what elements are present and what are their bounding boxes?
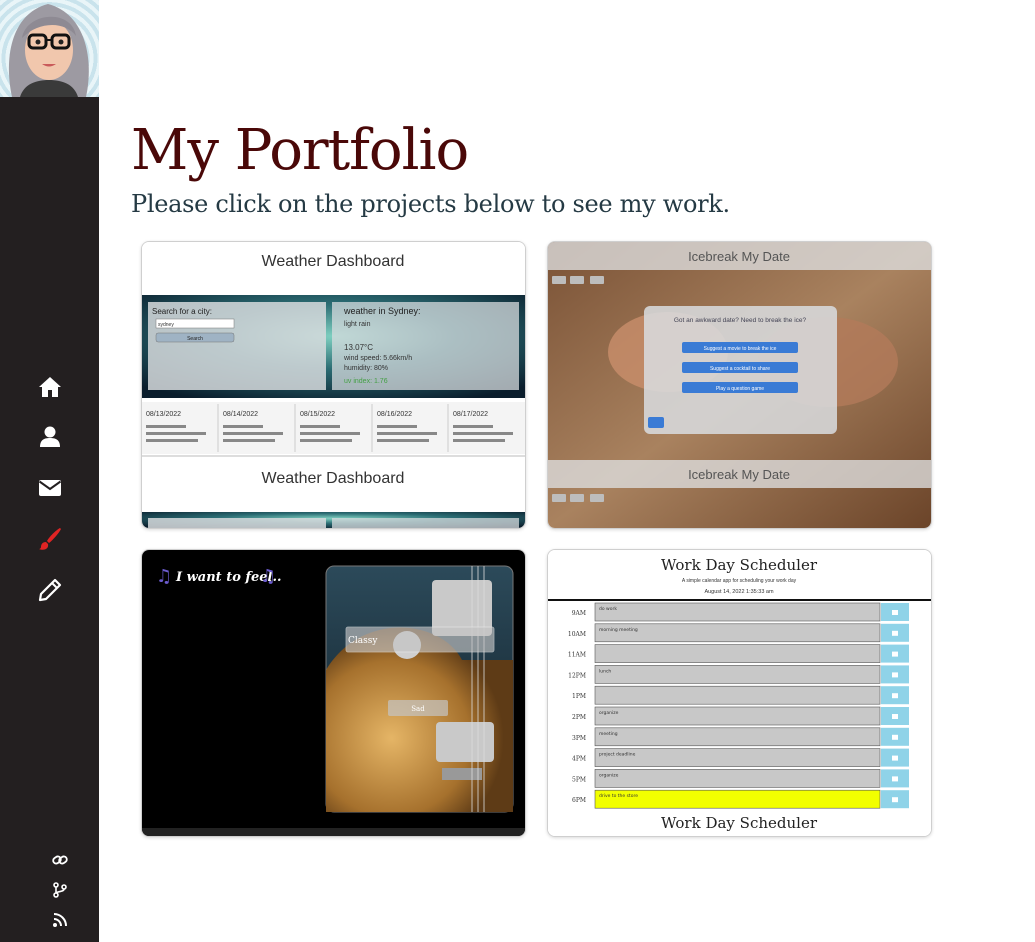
scheduler-hour-label: 11AM: [568, 652, 586, 659]
mood-option-classy: Classy: [348, 636, 378, 646]
scheduler-hour-label: 1PM: [572, 693, 586, 700]
svg-text:Suggest a cocktail to share: Suggest a cocktail to share: [710, 366, 770, 372]
scheduler-hour-label: 2PM: [572, 714, 586, 721]
scheduler-entry-field[interactable]: [594, 602, 881, 622]
svg-text:08/14/2022: 08/14/2022: [223, 411, 258, 418]
scheduler-hour-label: 12PM: [568, 672, 586, 679]
lock-icon: [892, 734, 898, 740]
weather-dashboard-screenshot: Weather Dashboard Search for a city: syd…: [142, 242, 525, 528]
scheduler-entry-field[interactable]: [594, 644, 881, 663]
svg-text:wind speed: 5.66km/h: wind speed: 5.66km/h: [343, 355, 412, 362]
page-subtitle: Please click on the projects below to se…: [131, 190, 730, 218]
svg-text:light rain: light rain: [344, 321, 371, 328]
scheduler-entry-field[interactable]: [594, 748, 881, 767]
scheduler-entry-field[interactable]: [594, 769, 881, 788]
project-card-weather[interactable]: Weather Dashboard Search for a city: syd…: [141, 241, 526, 529]
lock-icon: [892, 693, 898, 699]
scheduler-hour-label: 6PM: [572, 797, 586, 804]
pencil-icon: [38, 578, 62, 602]
scheduler-entry-field[interactable]: [594, 665, 881, 684]
user-icon: [40, 426, 60, 447]
svg-text:sydney: sydney: [158, 322, 174, 328]
project-card-scheduler[interactable]: Work Day Scheduler A simple calendar app…: [547, 549, 932, 837]
scheduler-entry-field[interactable]: [594, 727, 881, 747]
blog-icon: [53, 913, 67, 927]
git-branch-icon: [53, 882, 67, 898]
scheduler-entry-text: drive to the store: [599, 793, 638, 799]
scheduler-hour-label: 10AM: [568, 631, 586, 638]
scheduler-entry-text: organize: [599, 772, 619, 778]
avatar: [0, 0, 99, 97]
lock-icon: [892, 630, 898, 636]
svg-text:08/16/2022: 08/16/2022: [377, 411, 412, 418]
svg-text:♫: ♫: [260, 566, 276, 587]
scheduler-screenshot: Work Day Scheduler A simple calendar app…: [548, 550, 931, 836]
svg-text:08/17/2022: 08/17/2022: [453, 411, 488, 418]
svg-text:♫: ♫: [156, 566, 172, 587]
scheduler-entry-text: meeting: [599, 731, 618, 737]
svg-text:Icebreak My Date: Icebreak My Date: [688, 249, 790, 264]
svg-text:Play a question game: Play a question game: [716, 386, 764, 392]
nav-resume[interactable]: [36, 576, 64, 604]
sidebar: [0, 0, 99, 942]
svg-text:Got an awkward date? Need to b: Got an awkward date? Need to break the i…: [674, 317, 807, 324]
project-card-icebreak[interactable]: Icebreak My Date Got an awkward date? Ne…: [547, 241, 932, 529]
nav-contact[interactable]: [36, 474, 64, 502]
scheduler-heading: Work Day Scheduler: [661, 556, 818, 574]
nav-portfolio[interactable]: [36, 525, 64, 553]
social-github[interactable]: [50, 880, 70, 900]
svg-text:A simple calendar app for sche: A simple calendar app for scheduling you…: [682, 578, 797, 584]
scheduler-entry-field[interactable]: [594, 685, 881, 705]
mood-music-screenshot: ♫ I want to feel.. ♫ Classy Sad: [142, 550, 525, 836]
svg-text:humidity: 80%: humidity: 80%: [344, 365, 388, 372]
weather-heading: Weather Dashboard: [262, 253, 405, 270]
svg-text:Search for a city:: Search for a city:: [152, 307, 212, 316]
nav-about[interactable]: [36, 423, 64, 451]
social-blog[interactable]: [50, 910, 70, 930]
svg-text:Work Day Scheduler: Work Day Scheduler: [661, 814, 818, 832]
lock-icon: [892, 610, 898, 615]
lock-icon: [892, 672, 898, 678]
lock-icon: [892, 797, 898, 803]
scheduler-entry-field[interactable]: [594, 706, 881, 726]
scheduler-hour-label: 5PM: [572, 776, 586, 783]
link-icon: [52, 855, 68, 865]
svg-text:13.07°C: 13.07°C: [344, 343, 373, 352]
paintbrush-icon: [39, 528, 61, 550]
lock-icon: [892, 755, 898, 761]
mood-option-sad: Sad: [411, 705, 425, 713]
scheduler-entry-text: morning meeting: [599, 627, 638, 633]
scheduler-entry-text: organize: [599, 710, 619, 716]
nav-home[interactable]: [36, 373, 64, 401]
social-link[interactable]: [50, 850, 70, 870]
svg-text:August 14, 2022 1:35:33 am: August 14, 2022 1:35:33 am: [704, 589, 774, 595]
svg-text:weather in Sydney:: weather in Sydney:: [343, 306, 421, 316]
scheduler-entry-text: do work: [599, 606, 617, 612]
svg-text:08/13/2022: 08/13/2022: [146, 411, 181, 418]
svg-text:Weather Dashboard: Weather Dashboard: [262, 470, 405, 487]
svg-text:08/15/2022: 08/15/2022: [300, 411, 335, 418]
lock-icon: [892, 714, 898, 719]
icebreak-screenshot: Icebreak My Date Got an awkward date? Ne…: [548, 242, 931, 528]
envelope-icon: [38, 480, 62, 496]
lock-icon: [892, 776, 898, 782]
svg-text:Search: Search: [187, 336, 203, 342]
lock-icon: [892, 651, 898, 657]
scheduler-hour-label: 3PM: [572, 735, 586, 742]
page-title: My Portfolio: [131, 118, 469, 183]
svg-text:Icebreak My Date: Icebreak My Date: [688, 467, 790, 482]
home-icon: [39, 377, 61, 397]
project-card-mood[interactable]: ♫ I want to feel.. ♫ Classy Sad: [141, 549, 526, 837]
scheduler-hour-label: 4PM: [572, 756, 586, 763]
svg-text:uv index: 1.76: uv index: 1.76: [344, 378, 388, 385]
scheduler-entry-text: project deadline: [599, 752, 636, 758]
scheduler-entry-text: lunch: [599, 668, 611, 674]
scheduler-hour-label: 9AM: [572, 610, 586, 617]
svg-text:Suggest a movie to break the i: Suggest a movie to break the ice: [704, 346, 777, 352]
